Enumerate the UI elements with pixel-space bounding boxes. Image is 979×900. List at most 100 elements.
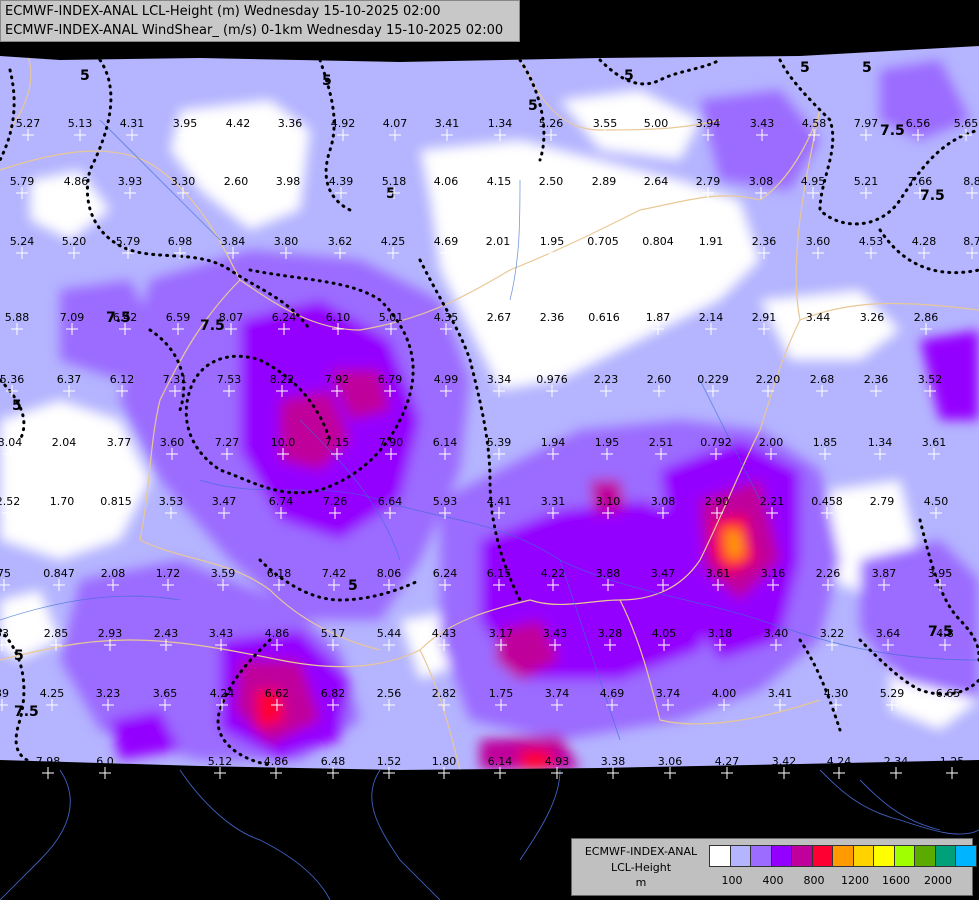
legend-swatch <box>791 845 813 867</box>
shear-value-label: 3.61 <box>706 567 731 580</box>
shear-value-label: 4.07 <box>383 117 408 130</box>
shear-value-label: 2.36 <box>540 311 565 324</box>
shear-value-label: 2.34 <box>884 755 909 768</box>
shear-value-label: 2.79 <box>870 495 895 508</box>
shear-value-label: 2.26 <box>816 567 841 580</box>
legend-tick-label: 100 <box>721 874 743 887</box>
shear-value-label: 3.60 <box>806 235 831 248</box>
legend-swatch <box>750 845 772 867</box>
shear-value-label: 1.52 <box>377 755 402 768</box>
shear-value-label: 3.30 <box>171 175 196 188</box>
shear-value-label: 4.86 <box>64 175 89 188</box>
shear-value-label: 4.92 <box>331 117 356 130</box>
shear-value-label: 6.37 <box>57 373 82 386</box>
shear-value-label: 2.67 <box>487 311 512 324</box>
shear-value-label: 2.51 <box>649 436 674 449</box>
shear-value-label: 5.36 <box>0 373 24 386</box>
shear-value-label: 3.59 <box>211 567 236 580</box>
shear-value-label: 4.30 <box>824 687 849 700</box>
legend-line-2: LCL-Height <box>610 861 672 874</box>
contour-label: 7.5 <box>14 704 39 720</box>
shear-value-label: 5.12 <box>208 755 233 768</box>
shear-value-label: 7.27 <box>215 436 240 449</box>
shear-value-label: 6.74 <box>269 495 294 508</box>
shear-value-label: 8.07 <box>219 311 244 324</box>
shear-value-label: 3.88 <box>596 567 621 580</box>
shear-value-label: 0.616 <box>588 311 620 324</box>
shear-value-label: 3.04 <box>0 436 22 449</box>
shear-value-label: 3.26 <box>860 311 885 324</box>
shear-value-label: 3.77 <box>107 436 132 449</box>
contour-label: 5 <box>322 73 332 89</box>
legend-tick-label: 800 <box>803 874 825 887</box>
shear-value-label: 4.15 <box>487 175 512 188</box>
shear-value-label: 3.10 <box>596 495 621 508</box>
legend-swatch <box>832 845 854 867</box>
shear-value-label: 53 <box>0 627 9 640</box>
legend-swatch <box>811 845 834 867</box>
shear-value-label: 3.60 <box>160 436 185 449</box>
shear-value-label: 3.52 <box>918 373 943 386</box>
shear-value-label: 1.80 <box>432 755 457 768</box>
contour-label: 5 <box>80 68 90 84</box>
contour-label: 7.5 <box>920 188 945 204</box>
shear-value-label: 8.06 <box>377 567 402 580</box>
shear-value-label: 4.69 <box>434 235 459 248</box>
shear-value-label: 8.7 <box>963 235 979 248</box>
shear-value-label: 6.56 <box>906 117 931 130</box>
shear-value-label: 4.39 <box>329 175 354 188</box>
legend-line-1: ECMWF-INDEX-ANAL <box>584 845 698 858</box>
title-line-2: ECMWF-INDEX-ANAL WindShear_ (m/s) 0-1km … <box>5 23 504 38</box>
shear-value-label: 4.86 <box>265 627 290 640</box>
shear-value-label: 2.89 <box>592 175 617 188</box>
shear-value-label: 39 <box>0 687 9 700</box>
shear-value-label: 0.458 <box>811 495 843 508</box>
shear-value-label: 2.50 <box>539 175 564 188</box>
shear-value-label: 6.62 <box>265 687 290 700</box>
shear-value-label: 7.92 <box>325 373 350 386</box>
shear-value-label: 2.14 <box>699 311 724 324</box>
shear-value-label: 5.24 <box>10 235 35 248</box>
shear-value-label: 4.31 <box>120 117 145 130</box>
shear-value-label: 8.22 <box>270 373 295 386</box>
shear-value-label: 4.69 <box>600 687 625 700</box>
shear-value-label: 3.42 <box>772 755 797 768</box>
shear-value-label: 5.17 <box>321 627 346 640</box>
shear-value-label: 3.06 <box>658 755 683 768</box>
shear-value-label: 3.93 <box>118 175 143 188</box>
shear-value-label: 3.55 <box>593 117 618 130</box>
shear-value-label: 6.24 <box>272 311 297 324</box>
shear-value-label: 3.65 <box>153 687 178 700</box>
legend-tick-label: 1600 <box>882 874 910 887</box>
shear-value-label: 4.25 <box>381 235 406 248</box>
legend-swatch <box>770 845 793 867</box>
shear-value-label: 3.84 <box>221 235 246 248</box>
shear-value-label: 6.14 <box>433 436 458 449</box>
shear-value-label: 5.01 <box>379 311 404 324</box>
shear-value-label: 7.15 <box>325 436 350 449</box>
shear-value-label: 0.847 <box>43 567 75 580</box>
shear-value-label: 1.75 <box>489 687 514 700</box>
shear-value-label: 1.34 <box>488 117 513 130</box>
shear-value-label: 2.86 <box>914 311 939 324</box>
shear-value-label: 3.74 <box>656 687 681 700</box>
shear-value-label: 3.98 <box>276 175 301 188</box>
shear-value-label: 4.24 <box>210 687 235 700</box>
shear-value-label: 0.815 <box>100 495 132 508</box>
shear-value-label: 2.56 <box>377 687 402 700</box>
legend-swatch <box>729 845 752 867</box>
shear-value-label: 4.05 <box>652 627 677 640</box>
shear-value-label: 3.40 <box>764 627 789 640</box>
shear-value-label: 10.0 <box>271 436 296 449</box>
shear-value-label: 2.60 <box>647 373 672 386</box>
shear-value-label: 6.18 <box>267 567 292 580</box>
shear-value-label: 2.04 <box>52 436 77 449</box>
legend-swatch <box>873 845 895 867</box>
shear-value-label: 2.21 <box>760 495 785 508</box>
shear-value-label: 2.79 <box>696 175 721 188</box>
legend-tick-label: 2000 <box>924 874 952 887</box>
shear-value-label: 2.08 <box>101 567 126 580</box>
contour-label: 5 <box>348 578 358 594</box>
shear-value-label: 4.22 <box>541 567 566 580</box>
shear-value-label: 3.16 <box>761 567 786 580</box>
